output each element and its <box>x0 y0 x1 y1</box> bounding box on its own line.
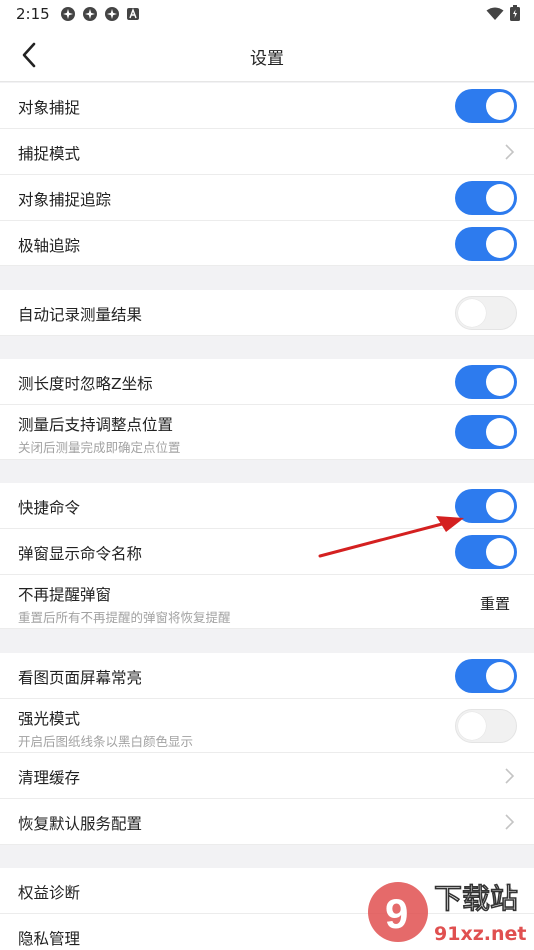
toggle-knob <box>458 712 486 740</box>
setting-label: 清理缓存 <box>18 769 81 787</box>
title-bar: 设置 <box>0 28 534 82</box>
setting-row-restore-default[interactable]: 恢复默认服务配置 <box>0 799 534 845</box>
watermark-text: 下载站 <box>434 882 518 915</box>
setting-label: 看图页面屏幕常亮 <box>18 669 143 687</box>
setting-row-polar[interactable]: 极轴追踪 <box>0 221 534 266</box>
setting-label: 对象捕捉 <box>18 99 81 117</box>
setting-row-snap[interactable]: 对象捕捉 <box>0 83 534 129</box>
snap-toggle[interactable] <box>455 89 517 123</box>
app-icon <box>60 6 76 26</box>
shortcut-toggle[interactable] <box>455 489 517 523</box>
page-title: 设置 <box>250 49 284 69</box>
snap-track-toggle[interactable] <box>455 181 517 215</box>
chevron-right-icon <box>505 814 515 830</box>
watermark-number: 9 <box>385 890 408 937</box>
setting-label: 强光模式 <box>18 710 81 728</box>
strong-light-toggle[interactable] <box>455 709 517 743</box>
screen-on-toggle[interactable] <box>455 659 517 693</box>
setting-label: 恢复默认服务配置 <box>18 815 143 833</box>
setting-label: 捕捉模式 <box>18 145 81 163</box>
setting-row-ignore-z[interactable]: 测长度时忽略Z坐标 <box>0 359 534 405</box>
app-icon <box>82 6 98 26</box>
setting-label: 快捷命令 <box>18 499 81 517</box>
setting-label: 极轴追踪 <box>18 237 81 255</box>
ignore-z-toggle[interactable] <box>455 365 517 399</box>
app-icon <box>104 6 120 26</box>
watermark-url: 91xz.net <box>434 923 526 945</box>
setting-row-popup-name[interactable]: 弹窗显示命令名称 <box>0 529 534 575</box>
status-bar: 2:15 <box>0 0 534 28</box>
polar-toggle[interactable] <box>455 227 517 261</box>
wifi-icon <box>486 6 504 25</box>
setting-sublabel: 重置后所有不再提醒的弹窗将恢复提醒 <box>18 610 231 625</box>
toggle-knob <box>458 299 486 327</box>
setting-label: 不再提醒弹窗 <box>18 586 112 604</box>
toggle-knob <box>486 418 514 446</box>
toggle-knob <box>486 492 514 520</box>
toggle-knob <box>486 184 514 212</box>
chevron-right-icon <box>505 768 515 784</box>
adjust-point-toggle[interactable] <box>455 415 517 449</box>
setting-label: 隐私管理 <box>18 930 81 948</box>
setting-label: 弹窗显示命令名称 <box>18 545 143 563</box>
accessibility-icon <box>126 6 140 26</box>
setting-label: 自动记录测量结果 <box>18 306 143 324</box>
setting-label: 权益诊断 <box>18 884 81 902</box>
watermark: 9 下载站 91xz.net <box>364 870 534 950</box>
setting-label: 对象捕捉追踪 <box>18 191 112 209</box>
auto-record-toggle[interactable] <box>455 296 517 330</box>
setting-sublabel: 开启后图纸线条以黑白颜色显示 <box>18 734 194 749</box>
setting-row-strong-light[interactable]: 强光模式 开启后图纸线条以黑白颜色显示 <box>0 699 534 753</box>
status-left-icons <box>60 6 140 26</box>
toggle-knob <box>486 538 514 566</box>
setting-row-shortcut[interactable]: 快捷命令 <box>0 483 534 529</box>
setting-row-snap-mode[interactable]: 捕捉模式 <box>0 129 534 175</box>
setting-label: 测长度时忽略Z坐标 <box>18 375 153 393</box>
toggle-knob <box>486 368 514 396</box>
chevron-right-icon <box>505 144 515 160</box>
toggle-knob <box>486 92 514 120</box>
setting-row-no-remind: 不再提醒弹窗 重置后所有不再提醒的弹窗将恢复提醒 重置 <box>0 575 534 629</box>
setting-row-auto-record[interactable]: 自动记录测量结果 <box>0 290 534 336</box>
popup-name-toggle[interactable] <box>455 535 517 569</box>
toggle-knob <box>486 230 514 258</box>
setting-row-snap-track[interactable]: 对象捕捉追踪 <box>0 175 534 221</box>
setting-row-screen-on[interactable]: 看图页面屏幕常亮 <box>0 653 534 699</box>
setting-row-clear-cache[interactable]: 清理缓存 <box>0 753 534 799</box>
setting-row-adjust-point[interactable]: 测量后支持调整点位置 关闭后测量完成即确定点位置 <box>0 405 534 460</box>
reset-button[interactable]: 重置 <box>480 593 510 614</box>
status-time: 2:15 <box>16 5 50 23</box>
watermark-logo-icon: 9 下载站 91xz.net <box>368 882 526 945</box>
battery-icon <box>510 5 520 25</box>
status-right-icons <box>486 5 520 25</box>
setting-sublabel: 关闭后测量完成即确定点位置 <box>18 440 181 455</box>
toggle-knob <box>486 662 514 690</box>
setting-label: 测量后支持调整点位置 <box>18 416 174 434</box>
